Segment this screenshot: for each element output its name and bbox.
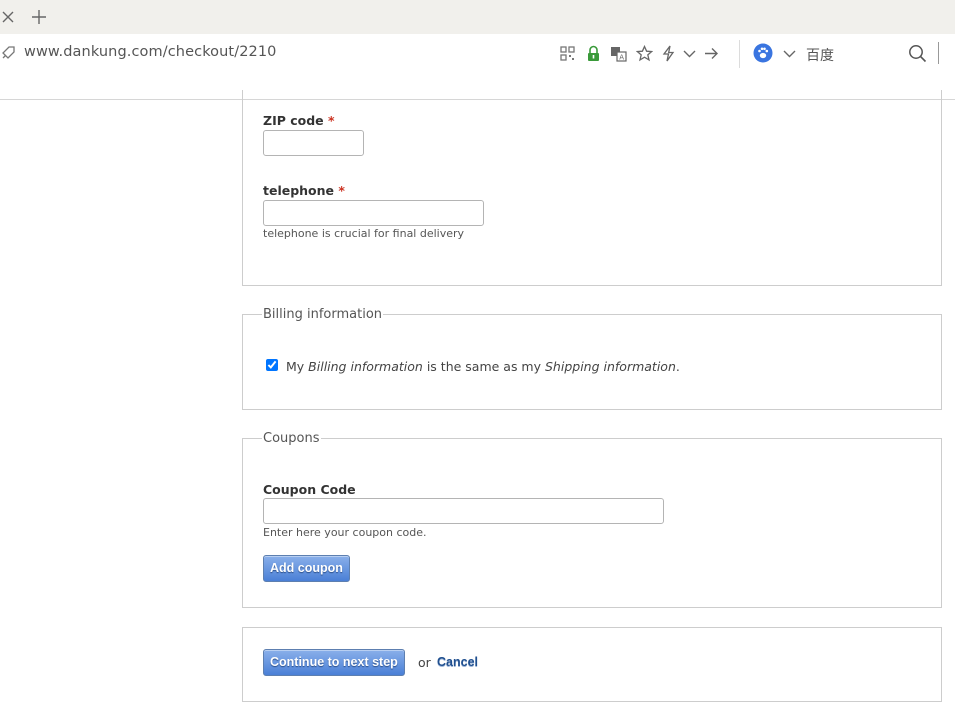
or-text: or: [418, 655, 431, 670]
toolbar-edge-divider: [938, 42, 939, 64]
checkout-content: ZIP code * telephone * telephone is cruc…: [0, 90, 955, 714]
new-tab-icon[interactable]: [31, 9, 47, 25]
same-as-shipping-label[interactable]: My Billing information is the same as my…: [286, 359, 680, 374]
required-marker: *: [328, 113, 335, 128]
zip-input[interactable]: [263, 130, 364, 156]
telephone-hint: telephone is crucial for final delivery: [263, 227, 465, 240]
svg-text:A: A: [619, 54, 624, 62]
coupon-code-input[interactable]: [263, 498, 664, 524]
close-tab-icon[interactable]: [1, 10, 15, 24]
continue-button[interactable]: Continue to next step: [263, 649, 405, 676]
chevron-down-icon[interactable]: [781, 45, 798, 62]
billing-legend: Billing information: [263, 307, 383, 322]
zip-label: ZIP code *: [263, 113, 335, 128]
cancel-link[interactable]: Cancel: [437, 655, 478, 669]
search-engine-label[interactable]: 百度: [806, 45, 834, 65]
telephone-input[interactable]: [263, 200, 484, 226]
add-coupon-button[interactable]: Add coupon: [263, 555, 350, 582]
coupon-code-hint: Enter here your coupon code.: [263, 526, 427, 539]
required-marker: *: [338, 183, 345, 198]
same-as-shipping-checkbox[interactable]: [266, 359, 278, 371]
coupons-legend: Coupons: [263, 431, 320, 446]
baidu-paw-icon[interactable]: [753, 43, 773, 63]
toolbar-divider: [739, 40, 740, 68]
telephone-label: telephone *: [263, 183, 345, 198]
arrow-right-icon[interactable]: [703, 45, 720, 62]
star-bookmark-icon[interactable]: [636, 45, 653, 62]
translate-icon[interactable]: A: [610, 45, 627, 62]
qr-code-icon[interactable]: [559, 45, 576, 62]
secure-lock-icon[interactable]: [585, 45, 602, 62]
tab-strip: [0, 0, 955, 34]
coupon-code-label: Coupon Code: [263, 482, 356, 497]
page-rocket-icon: [2, 46, 15, 59]
shipping-address-fieldset: ZIP code * telephone * telephone is cruc…: [242, 90, 942, 286]
chevron-down-icon[interactable]: [681, 45, 698, 62]
url-text[interactable]: www.dankung.com/checkout/2210: [24, 44, 277, 60]
search-icon[interactable]: [908, 44, 927, 63]
lightning-icon[interactable]: [660, 45, 677, 62]
